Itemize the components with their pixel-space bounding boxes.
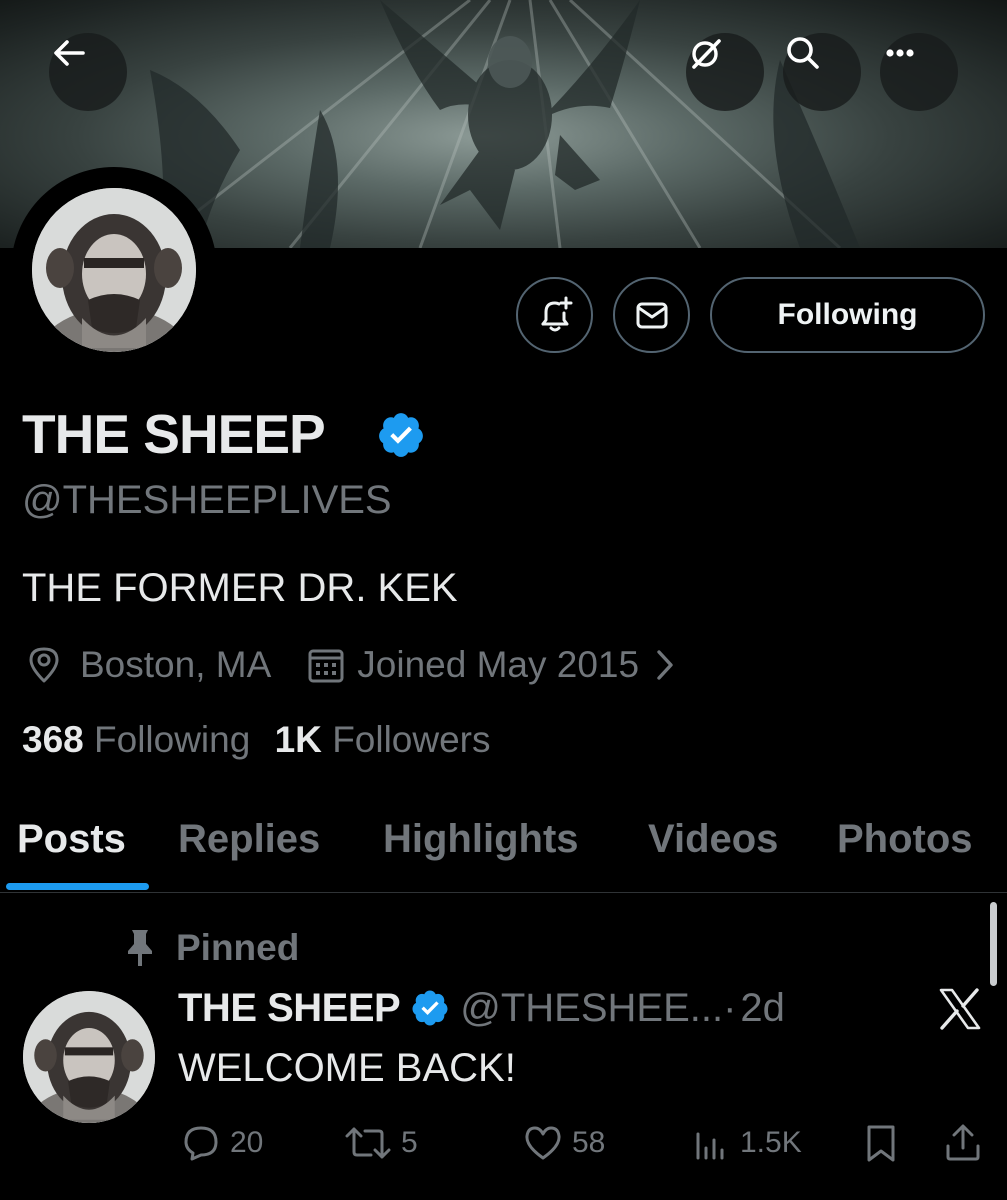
bookmark-button[interactable]	[860, 1118, 902, 1168]
share-button[interactable]	[942, 1118, 984, 1168]
following-label: Following	[94, 719, 251, 760]
joined-item[interactable]: Joined May 2015	[305, 644, 677, 686]
post-header: THE SHEEP @THESHEE... · 2d	[178, 983, 785, 1033]
tab-highlights[interactable]: Highlights	[383, 808, 579, 892]
more-horizontal-icon	[886, 49, 914, 57]
reply-count: 20	[230, 1126, 264, 1159]
verified-badge-icon[interactable]	[376, 410, 426, 460]
heart-icon	[525, 1126, 561, 1160]
profile-tabs: Posts Replies Highlights Videos Photos	[0, 808, 1007, 893]
profile-bio: THE FORMER DR. KEK	[22, 566, 458, 610]
post-author-handle[interactable]: @THESHEE...	[460, 986, 723, 1031]
following-count: 368	[22, 719, 84, 760]
profile-avatar[interactable]	[32, 188, 196, 352]
views-button[interactable]: 1.5K	[690, 1118, 802, 1168]
profile-avatar-frame	[11, 167, 217, 373]
profile-handle: @THESHEEPLIVES	[22, 478, 392, 522]
like-count: 58	[572, 1126, 606, 1159]
like-button[interactable]: 58	[522, 1118, 605, 1168]
tab-photos[interactable]: Photos	[837, 808, 973, 892]
followers-label: Followers	[332, 719, 491, 760]
envelope-icon	[636, 302, 667, 329]
views-bar-chart-icon	[696, 1132, 724, 1160]
scrollbar[interactable]	[990, 902, 997, 986]
reply-icon	[184, 1126, 218, 1161]
grok-button[interactable]	[686, 33, 764, 111]
bookmark-icon	[867, 1125, 895, 1162]
post-timestamp[interactable]: 2d	[740, 986, 785, 1031]
x-logo-icon[interactable]	[938, 988, 982, 1030]
following-stat[interactable]: 368 Following	[22, 719, 250, 760]
arrow-left-icon	[54, 40, 85, 66]
profile-name: THE SHEEP	[22, 403, 326, 465]
post-author-avatar[interactable]	[23, 991, 155, 1123]
more-button[interactable]	[880, 33, 958, 111]
avatar-portrait	[32, 188, 196, 352]
location-text: Boston, MA	[80, 644, 272, 685]
followers-count: 1K	[274, 719, 322, 760]
pinned-text: Pinned	[176, 927, 300, 968]
reply-button[interactable]: 20	[180, 1118, 263, 1168]
following-button[interactable]: Following	[710, 277, 985, 353]
repost-count: 5	[401, 1126, 418, 1159]
post-actions: 20 5 58 1.5K	[0, 1118, 1007, 1168]
post-separator: ·	[723, 985, 737, 1030]
joined-text: Joined May 2015	[357, 644, 640, 685]
tab-posts[interactable]: Posts	[17, 808, 126, 892]
calendar-icon	[308, 649, 344, 683]
profile-meta: Boston, MA Joined May 2015	[24, 640, 677, 690]
active-tab-indicator	[6, 883, 149, 890]
post-author-name[interactable]: THE SHEEP	[178, 986, 401, 1031]
tab-replies[interactable]: Replies	[178, 808, 320, 892]
chevron-right-icon	[657, 650, 673, 680]
search-button[interactable]	[783, 33, 861, 111]
notify-button[interactable]	[516, 277, 593, 353]
search-icon	[787, 37, 819, 69]
post-avatar-portrait	[23, 991, 155, 1123]
location-pin-icon	[29, 647, 59, 683]
verified-badge-icon[interactable]	[410, 988, 450, 1028]
back-button[interactable]	[49, 33, 127, 111]
repost-icon	[345, 1127, 391, 1159]
pin-icon	[128, 930, 152, 966]
post-text: WELCOME BACK!	[178, 1046, 516, 1090]
message-button[interactable]	[613, 277, 690, 353]
location-item: Boston, MA	[24, 644, 271, 686]
followers-stat[interactable]: 1K Followers	[275, 719, 491, 760]
view-count: 1.5K	[740, 1126, 802, 1159]
bell-plus-icon	[541, 296, 572, 332]
grok-icon	[692, 39, 721, 69]
tab-videos[interactable]: Videos	[648, 808, 778, 892]
share-icon	[946, 1124, 980, 1161]
pinned-label: Pinned	[120, 925, 299, 971]
repost-button[interactable]: 5	[343, 1118, 418, 1168]
profile-stats: 368 Following 1K Followers	[22, 719, 491, 761]
